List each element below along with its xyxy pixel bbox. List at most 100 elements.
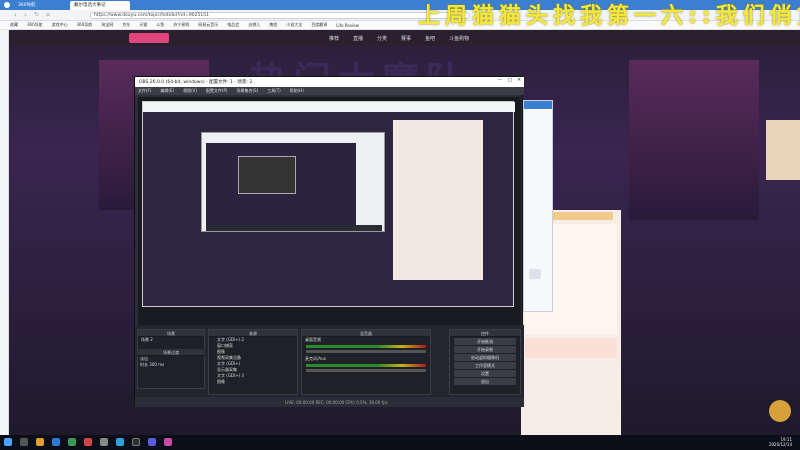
- nav-item[interactable]: 赛事: [401, 35, 411, 42]
- menu-item[interactable]: 配置文件(P): [206, 88, 228, 94]
- bookmark-item[interactable]: Life Review: [336, 23, 359, 28]
- app-taskbar-icon[interactable]: [100, 438, 108, 446]
- bookmark-item[interactable]: 小说大全: [286, 22, 302, 28]
- bookmark-item[interactable]: 百度翻译: [311, 22, 327, 28]
- mixer-panel: 混音器 桌面音频 麦克风/Aux: [301, 329, 431, 395]
- app-taskbar-icon[interactable]: [68, 438, 76, 446]
- captured-browser-bar: [143, 102, 515, 112]
- bookmark-item[interactable]: 苏宁易购: [173, 22, 189, 28]
- side-ad[interactable]: [766, 120, 800, 180]
- app-taskbar-icon[interactable]: [148, 438, 156, 446]
- menu-item[interactable]: 帮助(H): [290, 88, 304, 94]
- start-menu-icon[interactable]: [4, 438, 12, 446]
- transitions-panel: 场景过渡 淡出 时长 300 ms: [137, 349, 205, 369]
- overlay-title: 上周猫猫头找我第一六::我们俏货: [418, 4, 800, 29]
- volume-slider[interactable]: [306, 350, 426, 353]
- start-streaming-button[interactable]: 开始推流: [454, 338, 516, 345]
- controls-header: 控件: [450, 330, 520, 337]
- volume-slider[interactable]: [306, 369, 426, 372]
- nav-item[interactable]: 直播: [353, 35, 363, 42]
- bookmark-item[interactable]: 网易云音乐: [198, 22, 218, 28]
- clock-date: 2020/12/14: [768, 442, 792, 447]
- site-logo[interactable]: [129, 33, 169, 43]
- start-recording-button[interactable]: 开始录制: [454, 346, 516, 353]
- browser-logo-icon: [4, 2, 10, 8]
- nested-panels: [206, 225, 382, 231]
- virtual-camera-button[interactable]: 启动虚拟摄像机: [454, 354, 516, 361]
- audio-meter: [306, 345, 426, 348]
- bookmark-item[interactable]: 携程: [269, 22, 277, 28]
- browser-tab-active[interactable]: 戴尔电话大事记: [70, 1, 130, 10]
- duration-input[interactable]: 300 ms: [149, 362, 164, 367]
- home-icon[interactable]: ⌂: [46, 11, 50, 18]
- audio-meter: [306, 364, 426, 367]
- bookmark-item[interactable]: 斗鱼: [156, 22, 164, 28]
- side-popup: [523, 100, 553, 312]
- close-icon[interactable]: ✕: [517, 78, 521, 83]
- source-item[interactable]: 图像: [209, 379, 297, 385]
- menu-item[interactable]: 工具(T): [267, 88, 281, 94]
- obs-taskbar-icon[interactable]: [132, 438, 140, 446]
- menu-item[interactable]: 编辑(E): [160, 88, 174, 94]
- app-taskbar-icon[interactable]: [164, 438, 172, 446]
- bookmark-item[interactable]: 唯品会: [227, 22, 239, 28]
- studio-mode-button[interactable]: 工作室模式: [454, 362, 516, 369]
- obs-dock: 场景 场景 2 场景过渡 淡出 时长 300 ms 来源 文字 (GDI+) 2…: [135, 325, 524, 407]
- banner-figure-right: [629, 60, 759, 220]
- app-taskbar-icon[interactable]: [84, 438, 92, 446]
- scenes-header: 场景: [138, 330, 204, 337]
- url-input[interactable]: https://www.douyu.com/topic/hotidol?rid=…: [90, 12, 470, 19]
- duration-label: 时长: [140, 362, 148, 367]
- bookmark-item[interactable]: 淘宝网: [101, 22, 113, 28]
- transition-duration-row: 时长 300 ms: [137, 362, 205, 368]
- bookmark-item[interactable]: 京东: [122, 22, 130, 28]
- maximize-icon[interactable]: □: [508, 78, 512, 83]
- nested-obs-capture: [201, 132, 385, 232]
- taskbar: 19:11 2020/12/14: [0, 435, 800, 450]
- bookmark-item[interactable]: 收藏: [10, 22, 18, 28]
- chat-gift-bar: [525, 338, 617, 358]
- mixer-channel-label: 桌面音频: [305, 337, 321, 342]
- floating-badge-icon[interactable]: [769, 400, 791, 422]
- exit-button[interactable]: 退出: [454, 378, 516, 385]
- system-clock[interactable]: 19:11 2020/12/14: [769, 437, 792, 447]
- search-icon[interactable]: [20, 438, 28, 446]
- back-icon[interactable]: ‹: [14, 11, 17, 19]
- site-nav: 推荐 直播 分类 赛事 鱼吧 斗鱼购物: [9, 30, 800, 46]
- browser-tab[interactable]: 360导航: [14, 1, 54, 10]
- obs-status-bar: LIVE: 00:00:00 REC: 00:00:00 CPU: 0.5%, …: [135, 397, 524, 407]
- forward-icon[interactable]: ›: [24, 11, 27, 19]
- bookmark-item[interactable]: 游戏中心: [52, 22, 68, 28]
- browser-taskbar-icon[interactable]: [52, 438, 60, 446]
- minimize-icon[interactable]: —: [498, 78, 503, 83]
- browser-sidebar: [0, 30, 9, 435]
- file-explorer-icon[interactable]: [36, 438, 44, 446]
- obs-preview[interactable]: [138, 97, 521, 325]
- refresh-icon[interactable]: ↻: [34, 11, 39, 18]
- settings-button[interactable]: 设置: [454, 370, 516, 377]
- menu-item[interactable]: 场景集合(S): [236, 88, 258, 94]
- bookmark-item[interactable]: 360导航: [77, 22, 93, 28]
- nav-item[interactable]: 鱼吧: [425, 35, 435, 42]
- bookmark-item[interactable]: 天猫: [139, 22, 147, 28]
- obs-menu-bar: 文件(F) 编辑(E) 视图(V) 配置文件(P) 场景集合(S) 工具(T) …: [135, 87, 524, 95]
- menu-item[interactable]: 文件(F): [138, 88, 151, 94]
- popup-header: [524, 101, 552, 109]
- mixer-channel-label: 麦克风/Aux: [305, 356, 326, 361]
- preview-capture: [142, 101, 515, 307]
- bookmark-item[interactable]: 360导航: [27, 22, 43, 28]
- obs-title-bar: OBS 26.0.0 (64-bit, windows) - 配置文件: 1 -…: [135, 77, 524, 87]
- nested-preview-deep: [238, 156, 296, 194]
- sources-panel: 来源 文字 (GDI+) 2 窗口捕获 图像 视频采集设备 文字 (GDI+) …: [208, 329, 298, 395]
- app-taskbar-icon[interactable]: [116, 438, 124, 446]
- popup-button[interactable]: [529, 269, 541, 279]
- sources-header: 来源: [209, 330, 297, 337]
- mixer-header: 混音器: [302, 330, 430, 337]
- nav-item[interactable]: 斗鱼购物: [449, 35, 469, 42]
- nav-item[interactable]: 推荐: [329, 35, 339, 42]
- nav-item[interactable]: 分类: [377, 35, 387, 42]
- transitions-header: 场景过渡: [137, 349, 205, 356]
- menu-item[interactable]: 视图(V): [183, 88, 197, 94]
- scene-item[interactable]: 场景 2: [138, 337, 204, 343]
- bookmark-item[interactable]: 去哪儿: [248, 22, 260, 28]
